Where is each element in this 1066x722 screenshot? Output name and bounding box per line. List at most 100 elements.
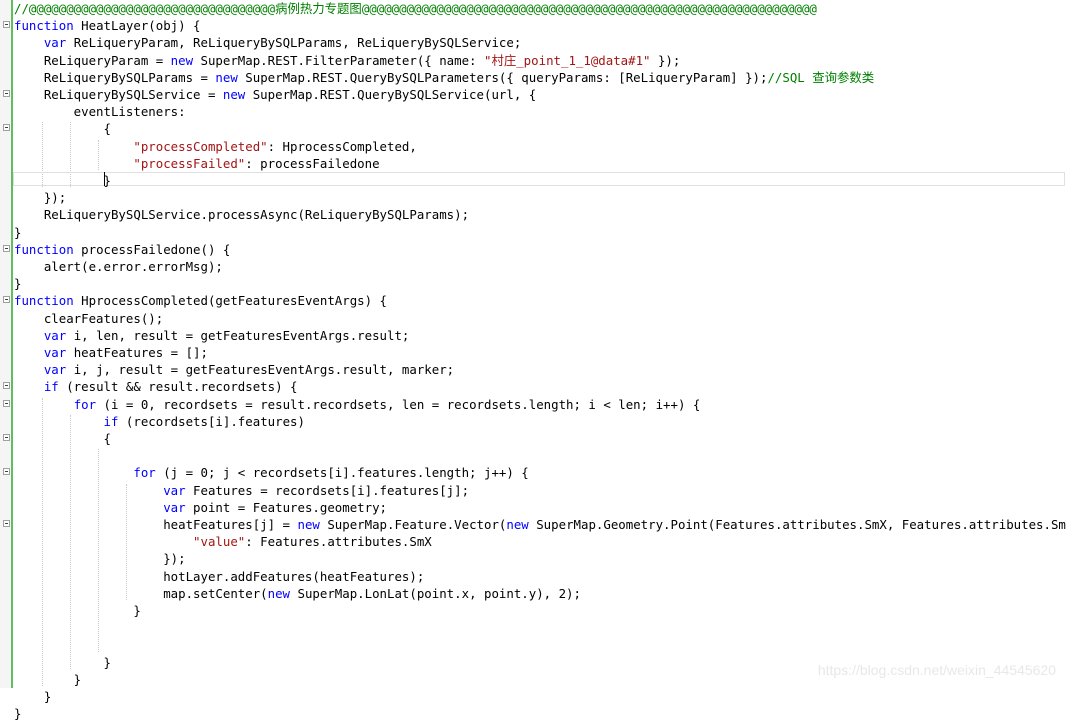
code-token: SuperMap.Feature.Vector( (319, 517, 507, 532)
code-text: var i, j, result = getFeaturesEventArgs.… (14, 361, 454, 378)
code-line[interactable]: if (result && result.recordsets) { (0, 378, 1066, 395)
collapse-toggle-icon[interactable] (3, 90, 10, 97)
code-text: var heatFeatures = []; (14, 344, 208, 361)
code-token: } (14, 603, 141, 618)
code-line[interactable]: } (0, 172, 1066, 189)
code-line[interactable]: "processCompleted": HprocessCompleted, (0, 138, 1066, 155)
code-line[interactable] (0, 636, 1066, 653)
code-text: map.setCenter(new SuperMap.LonLat(point.… (14, 585, 581, 602)
code-line[interactable]: var heatFeatures = []; (0, 344, 1066, 361)
string-token: "村庄_point_1_1@data#1" (483, 52, 651, 68)
code-text: } (14, 172, 111, 189)
code-text: function processFailedone() { (14, 241, 230, 258)
code-line[interactable]: "value": Features.attributes.SmX (0, 533, 1066, 550)
code-token: hotLayer.addFeatures(heatFeatures); (14, 568, 425, 584)
code-line[interactable]: { (0, 120, 1066, 137)
code-line[interactable]: ReLiqueryBySQLService.processAsync(ReLiq… (0, 206, 1066, 223)
code-line[interactable]: eventListeners: (0, 103, 1066, 120)
code-text: ReLiqueryBySQLService = new SuperMap.RES… (14, 86, 536, 103)
code-line[interactable]: function HeatLayer(obj) { (0, 17, 1066, 34)
code-token: i, len, result = getFeaturesEventArgs.re… (66, 327, 410, 343)
code-line[interactable]: alert(e.error.errorMsg); (0, 258, 1066, 275)
code-line[interactable] (0, 619, 1066, 636)
code-token: SuperMap.REST.FilterParameter({ name: (193, 52, 484, 68)
collapse-toggle-icon[interactable] (3, 21, 10, 29)
code-token: ReLiqueryParam, ReLiqueryBySQLParams, Re… (66, 35, 522, 51)
code-token: }); (14, 190, 67, 206)
code-line[interactable]: var Features = recordsets[i].features[j]… (0, 482, 1066, 499)
keyword-token: new (222, 87, 246, 102)
code-line[interactable]: var i, len, result = getFeaturesEventArg… (0, 327, 1066, 344)
code-text: } (14, 224, 21, 241)
code-token: map.setCenter( (14, 585, 268, 601)
keyword-token: for (133, 465, 156, 481)
code-text: ReLiqueryBySQLParams = new SuperMap.REST… (14, 69, 874, 86)
code-token: } (14, 654, 111, 670)
code-token: } (14, 173, 111, 188)
code-line[interactable]: ReLiqueryBySQLService = new SuperMap.RES… (0, 86, 1066, 103)
code-line[interactable]: }); (0, 189, 1066, 206)
code-line[interactable]: } (0, 224, 1066, 241)
collapse-toggle-icon[interactable] (3, 296, 10, 304)
code-line[interactable]: ReLiqueryParam = new SuperMap.REST.Filte… (0, 52, 1066, 69)
code-text: clearFeatures(); (14, 310, 163, 327)
code-token: ReLiqueryBySQLService = (14, 87, 223, 102)
code-line[interactable]: if (recordsets[i].features) (0, 413, 1066, 430)
code-line[interactable]: } (0, 602, 1066, 619)
keyword-token: var (43, 327, 67, 343)
collapse-toggle-icon[interactable] (3, 468, 10, 476)
code-text: "processFailed": processFailedone (14, 155, 379, 172)
collapse-toggle-icon[interactable] (3, 244, 10, 252)
code-line[interactable]: var i, j, result = getFeaturesEventArgs.… (0, 361, 1066, 378)
code-token: }); (14, 551, 186, 567)
code-line[interactable] (0, 447, 1066, 464)
code-line[interactable]: function processFailedone() { (0, 241, 1066, 258)
code-token: ReLiqueryBySQLParams = (14, 69, 216, 85)
code-line[interactable]: clearFeatures(); (0, 310, 1066, 327)
code-line[interactable]: }); (0, 550, 1066, 567)
code-line[interactable]: map.setCenter(new SuperMap.LonLat(point.… (0, 585, 1066, 602)
text-caret (104, 172, 105, 186)
code-token: } (14, 276, 22, 292)
code-line[interactable]: } (0, 688, 1066, 705)
code-line[interactable]: for (i = 0, recordsets = result.recordse… (0, 396, 1066, 413)
code-token: SuperMap.Geometry.Point(Features.attribu… (528, 517, 1066, 532)
code-line[interactable]: heatFeatures[j] = new SuperMap.Feature.V… (0, 516, 1066, 533)
code-editor[interactable]: //@@@@@@@@@@@@@@@@@@@@@@@@@@@@@@@@@病例热力专… (0, 0, 1066, 721)
code-line[interactable]: for (j = 0; j < recordsets[i].features.l… (0, 464, 1066, 481)
string-token: "processCompleted" (133, 138, 268, 154)
code-text: var Features = recordsets[i].features[j]… (14, 482, 469, 499)
collapse-toggle-icon[interactable] (3, 124, 10, 132)
collapse-toggle-icon[interactable] (3, 399, 10, 407)
collapse-toggle-icon[interactable] (3, 520, 10, 527)
code-token: (result && result.recordsets) { (58, 379, 298, 395)
code-text: heatFeatures[j] = new SuperMap.Feature.V… (14, 516, 1066, 533)
code-text: } (14, 705, 21, 722)
code-token: } (14, 706, 22, 722)
code-line[interactable]: function HprocessCompleted(getFeaturesEv… (0, 292, 1066, 309)
keyword-token: new (506, 517, 529, 532)
code-token: (recordsets[i].features) (118, 413, 305, 429)
collapse-toggle-icon[interactable] (3, 434, 10, 441)
code-line[interactable]: ReLiqueryBySQLParams = new SuperMap.REST… (0, 69, 1066, 86)
code-text: //@@@@@@@@@@@@@@@@@@@@@@@@@@@@@@@@@病例热力专… (14, 0, 817, 17)
collapse-toggle-icon[interactable] (3, 382, 10, 390)
code-token: (i = 0, recordsets = result.recordsets, … (96, 396, 701, 412)
code-token: heatFeatures[j] = (14, 517, 298, 532)
code-line[interactable]: } (0, 275, 1066, 292)
keyword-token: new (215, 69, 238, 85)
code-line[interactable]: } (0, 705, 1066, 722)
code-text: eventListeners: (14, 103, 186, 120)
code-line[interactable]: //@@@@@@@@@@@@@@@@@@@@@@@@@@@@@@@@@病例热力专… (0, 0, 1066, 17)
code-line[interactable]: { (0, 430, 1066, 447)
code-line[interactable]: "processFailed": processFailedone (0, 155, 1066, 172)
code-text: for (i = 0, recordsets = result.recordse… (14, 396, 701, 413)
code-line[interactable]: var ReLiqueryParam, ReLiqueryBySQLParams… (0, 34, 1066, 51)
code-line[interactable]: hotLayer.addFeatures(heatFeatures); (0, 568, 1066, 585)
keyword-token: function (14, 241, 74, 257)
code-token: { (14, 431, 111, 446)
code-line[interactable]: var point = Features.geometry; (0, 499, 1066, 516)
